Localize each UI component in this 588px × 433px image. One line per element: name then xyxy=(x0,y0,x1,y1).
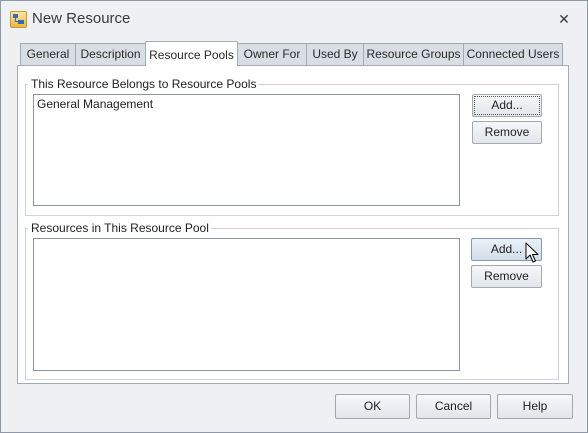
title-bar: New Resource ✕ xyxy=(1,1,587,37)
close-icon[interactable]: ✕ xyxy=(554,9,574,29)
resources-in-pool-list[interactable] xyxy=(33,238,460,371)
add-pool-button[interactable]: Add... xyxy=(472,94,542,117)
ok-button[interactable]: OK xyxy=(335,394,410,419)
tab-used-by[interactable]: Used By xyxy=(306,43,364,65)
tab-connected-users[interactable]: Connected Users xyxy=(463,43,563,65)
tab-resource-pools[interactable]: Resource Pools xyxy=(145,41,238,66)
help-button[interactable]: Help xyxy=(497,394,573,419)
list-item[interactable]: General Management xyxy=(34,95,459,113)
resources-in-pool-heading: Resources in This Resource Pool xyxy=(28,221,211,235)
remove-pool-button[interactable]: Remove xyxy=(472,121,542,144)
belongs-to-pools-list[interactable]: General Management xyxy=(33,94,460,206)
tab-resource-groups[interactable]: Resource Groups xyxy=(363,43,464,65)
belongs-to-pools-heading: This Resource Belongs to Resource Pools xyxy=(28,77,259,91)
tab-general[interactable]: General xyxy=(20,43,76,65)
cancel-button[interactable]: Cancel xyxy=(416,394,491,419)
resource-icon xyxy=(10,11,27,28)
remove-resource-button[interactable]: Remove xyxy=(471,265,542,288)
tab-content-panel: This Resource Belongs to Resource Pools … xyxy=(17,65,569,384)
add-resource-button[interactable]: Add... xyxy=(471,238,542,261)
window-title: New Resource xyxy=(32,10,131,27)
tab-owner-for[interactable]: Owner For xyxy=(237,43,307,65)
new-resource-dialog: New Resource ✕ General Description Resou… xyxy=(0,0,588,433)
tab-description[interactable]: Description xyxy=(75,43,146,65)
